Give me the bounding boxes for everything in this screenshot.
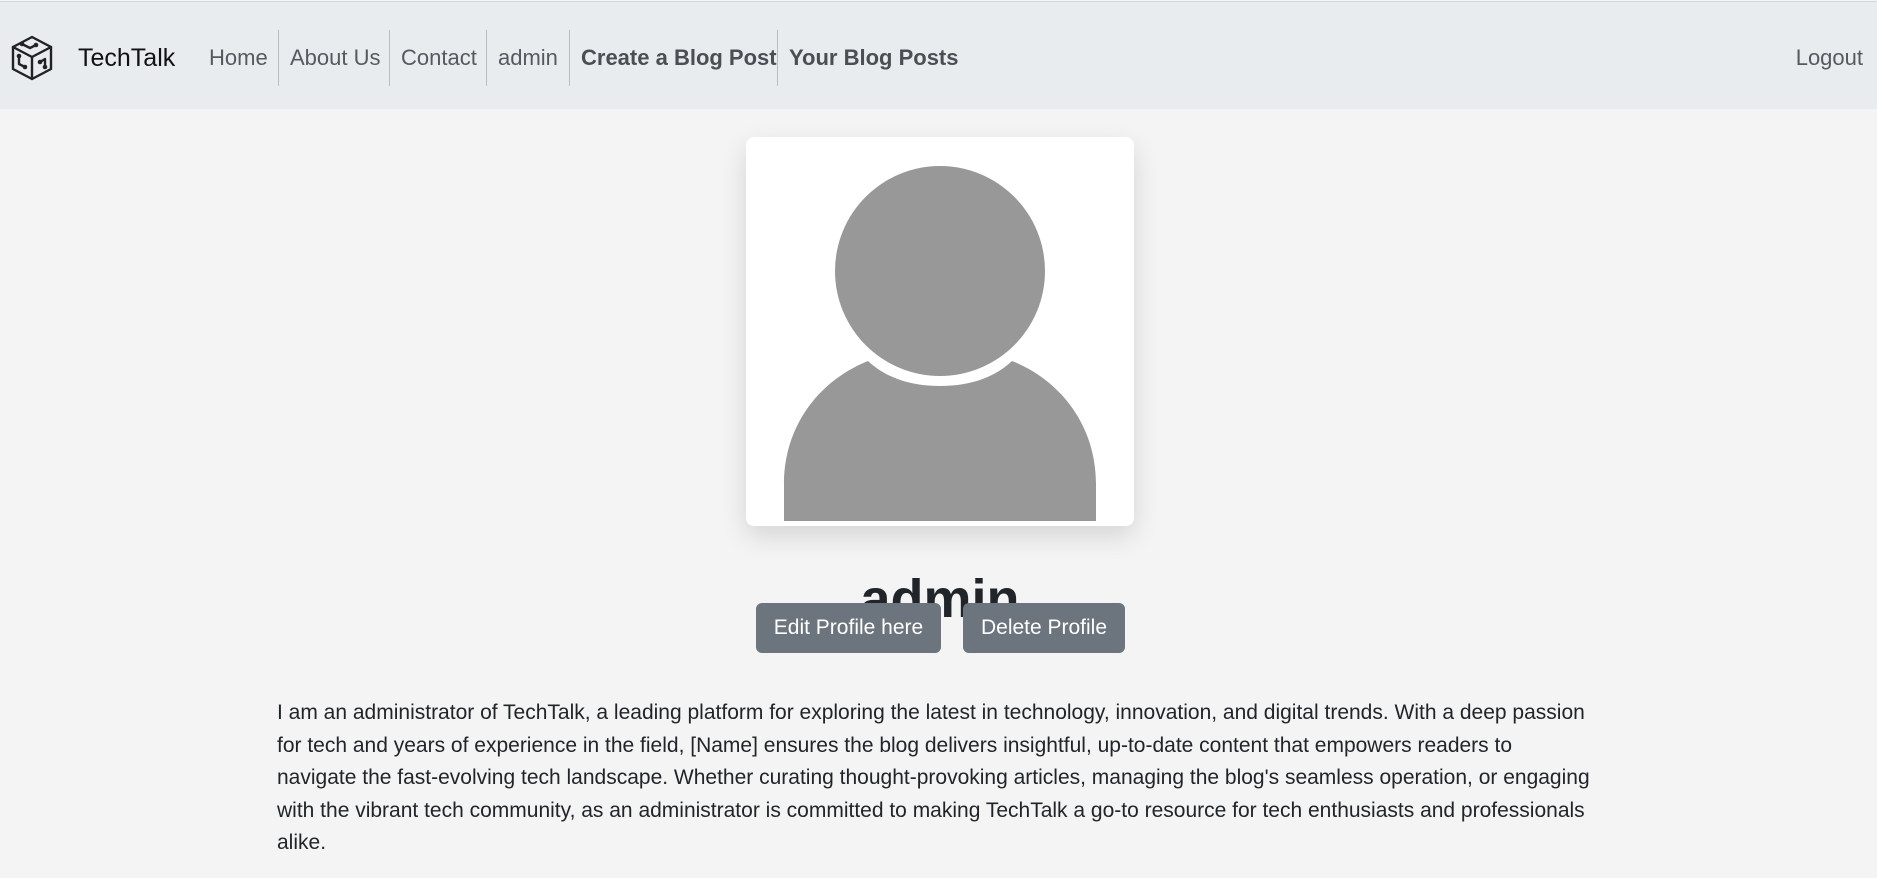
profile-bio: I am an administrator of TechTalk, a lea… — [277, 701, 1590, 854]
brand-name[interactable]: TechTalk — [78, 43, 175, 73]
nav-divider — [389, 30, 390, 86]
nav-divider — [569, 30, 570, 86]
nav-link-your-blog-posts[interactable]: Your Blog Posts — [789, 45, 959, 71]
nav-divider — [777, 30, 778, 86]
delete-profile-button[interactable]: Delete Profile — [963, 603, 1125, 653]
default-user-avatar-icon — [784, 166, 1096, 521]
circuit-cube-logo-icon[interactable] — [10, 34, 54, 82]
top-navbar: TechTalk Home About Us Contact admin Cre… — [0, 1, 1877, 109]
nav-divider — [486, 30, 487, 86]
edit-profile-button[interactable]: Edit Profile here — [756, 603, 941, 653]
logout-link[interactable]: Logout — [1796, 45, 1863, 71]
nav-link-create-blog-post[interactable]: Create a Blog Post — [581, 45, 777, 71]
profile-avatar-card — [746, 137, 1134, 526]
nav-link-home[interactable]: Home — [209, 45, 268, 71]
nav-link-admin[interactable]: admin — [498, 45, 558, 71]
nav-divider — [278, 30, 279, 86]
nav-link-about-us[interactable]: About Us — [290, 45, 381, 71]
nav-link-contact[interactable]: Contact — [401, 45, 477, 71]
